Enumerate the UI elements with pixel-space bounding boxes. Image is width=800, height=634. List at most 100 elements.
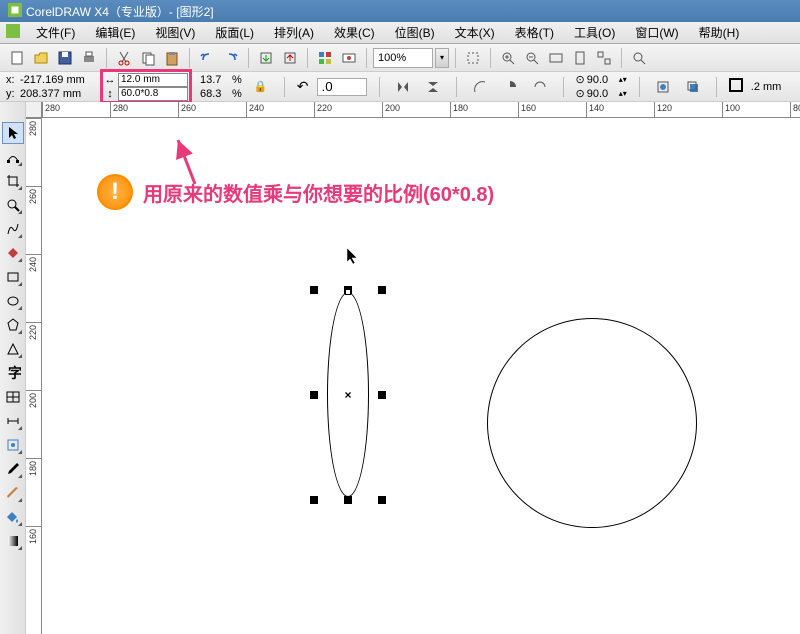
import-button[interactable] [255, 47, 277, 69]
pie-button[interactable] [499, 76, 521, 98]
sel-handle-br[interactable] [378, 496, 386, 504]
menu-view[interactable]: 视图(V) [145, 22, 205, 43]
basic-shapes-tool[interactable] [2, 338, 24, 360]
angle1-spinner[interactable]: ▴▾ [619, 75, 627, 84]
freehand-tool[interactable] [2, 218, 24, 240]
cut-button[interactable] [113, 47, 135, 69]
zoom-tool[interactable] [2, 194, 24, 216]
mirror-v-button[interactable] [422, 76, 444, 98]
arc-button[interactable] [469, 76, 491, 98]
app-menu-icon[interactable] [6, 24, 20, 41]
rotation-icon: ↶ [297, 78, 309, 95]
sel-handle-mr[interactable] [378, 391, 386, 399]
circle-unselected[interactable] [487, 318, 697, 528]
angle1-value[interactable]: 90.0 [587, 74, 617, 86]
y-value[interactable]: 208.377 mm [20, 88, 92, 100]
arc2-button[interactable] [529, 76, 551, 98]
svg-text:字: 字 [8, 365, 21, 381]
ellipse-tool[interactable] [2, 290, 24, 312]
eyedropper-tool[interactable] [2, 458, 24, 480]
to-front-button[interactable] [682, 76, 704, 98]
canvas[interactable]: × ! 用原来的数值乘与你想要的比例(60*0.8) [42, 118, 800, 634]
redo-button[interactable] [220, 47, 242, 69]
outline-tool[interactable] [2, 482, 24, 504]
menu-effects[interactable]: 效果(C) [324, 22, 385, 43]
sel-handle-bc[interactable] [344, 496, 352, 504]
scale-y-value[interactable]: 68.3 [200, 88, 230, 100]
paste-button[interactable] [161, 47, 183, 69]
text-tool[interactable]: 字 [2, 362, 24, 384]
undo-button[interactable] [196, 47, 218, 69]
angle-group: ⊙ 90.0 ▴▾ ⊙ 90.0 ▴▾ [576, 73, 627, 100]
width-input[interactable] [118, 73, 188, 87]
x-value[interactable]: -217.169 mm [20, 74, 92, 86]
zoom-all-button[interactable] [593, 47, 615, 69]
welcome-button[interactable] [338, 47, 360, 69]
width-icon: ↔ [104, 74, 116, 86]
position-group: x: -217.169 mm y: 208.377 mm [6, 73, 92, 100]
app-launcher-button[interactable] [314, 47, 336, 69]
wrap-button[interactable] [652, 76, 674, 98]
copy-button[interactable] [137, 47, 159, 69]
pick-tool[interactable] [2, 122, 24, 144]
scale-x-pct: % [232, 74, 242, 86]
menu-bitmaps[interactable]: 位图(B) [385, 22, 445, 43]
sel-handle-bl[interactable] [310, 496, 318, 504]
interactive-tool[interactable] [2, 434, 24, 456]
mirror-h-button[interactable] [392, 76, 414, 98]
ellipse-node[interactable] [345, 289, 351, 295]
app-title: CorelDRAW X4（专业版）- [图形2] [26, 3, 214, 20]
scale-y-pct: % [232, 88, 242, 100]
menubar: 文件(F) 编辑(E) 视图(V) 版面(L) 排列(A) 效果(C) 位图(B… [0, 22, 800, 44]
sel-center-marker[interactable]: × [344, 388, 351, 402]
menu-text[interactable]: 文本(X) [445, 22, 505, 43]
zoom-in-button[interactable] [497, 47, 519, 69]
crop-tool[interactable] [2, 170, 24, 192]
zoom-level-input[interactable]: 100% [373, 48, 433, 68]
open-button[interactable] [30, 47, 52, 69]
sel-handle-ml[interactable] [310, 391, 318, 399]
sel-handle-tr[interactable] [378, 286, 386, 294]
menu-layout[interactable]: 版面(L) [205, 22, 264, 43]
menu-arrange[interactable]: 排列(A) [264, 22, 324, 43]
angle1-icon: ⊙ [576, 73, 585, 86]
zoom-fit-button[interactable] [545, 47, 567, 69]
rotation-input[interactable] [317, 78, 367, 96]
export-button[interactable] [279, 47, 301, 69]
menu-edit[interactable]: 编辑(E) [85, 22, 145, 43]
smart-fill-tool[interactable] [2, 242, 24, 264]
angle2-spinner[interactable]: ▴▾ [619, 89, 627, 98]
dimension-tool[interactable] [2, 410, 24, 432]
angle2-value[interactable]: 90.0 [587, 88, 617, 100]
scale-x-value[interactable]: 13.7 [200, 74, 230, 86]
menu-table[interactable]: 表格(T) [505, 22, 564, 43]
new-button[interactable] [6, 47, 28, 69]
polygon-tool[interactable] [2, 314, 24, 336]
shape-tool[interactable] [2, 146, 24, 168]
zoom-out-button[interactable] [521, 47, 543, 69]
scale-group: 13.7 % 68.3 % [200, 73, 242, 100]
table-tool[interactable] [2, 386, 24, 408]
lock-ratio-button[interactable]: 🔒 [250, 76, 272, 98]
fill-tool[interactable] [2, 506, 24, 528]
menu-help[interactable]: 帮助(H) [689, 22, 750, 43]
rectangle-tool[interactable] [2, 266, 24, 288]
print-button[interactable] [78, 47, 100, 69]
snap-button[interactable] [462, 47, 484, 69]
annotation-text: 用原来的数值乘与你想要的比例(60*0.8) [143, 178, 494, 207]
menu-file[interactable]: 文件(F) [26, 22, 85, 43]
menu-tools[interactable]: 工具(O) [564, 22, 625, 43]
app-icon [8, 3, 22, 20]
zoom-dropdown[interactable]: ▾ [435, 48, 449, 68]
outline-icon [729, 78, 743, 95]
menu-window[interactable]: 窗口(W) [625, 22, 688, 43]
outline-value[interactable]: .2 mm [751, 81, 782, 93]
toolbox: 字 [0, 102, 26, 634]
zoom-page-button[interactable] [569, 47, 591, 69]
sel-handle-tl[interactable] [310, 286, 318, 294]
height-input[interactable] [118, 87, 188, 101]
interactive-fill-tool[interactable] [2, 530, 24, 552]
save-button[interactable] [54, 47, 76, 69]
help-search-button[interactable] [628, 47, 650, 69]
size-group: ↔ ↕ [104, 73, 188, 100]
